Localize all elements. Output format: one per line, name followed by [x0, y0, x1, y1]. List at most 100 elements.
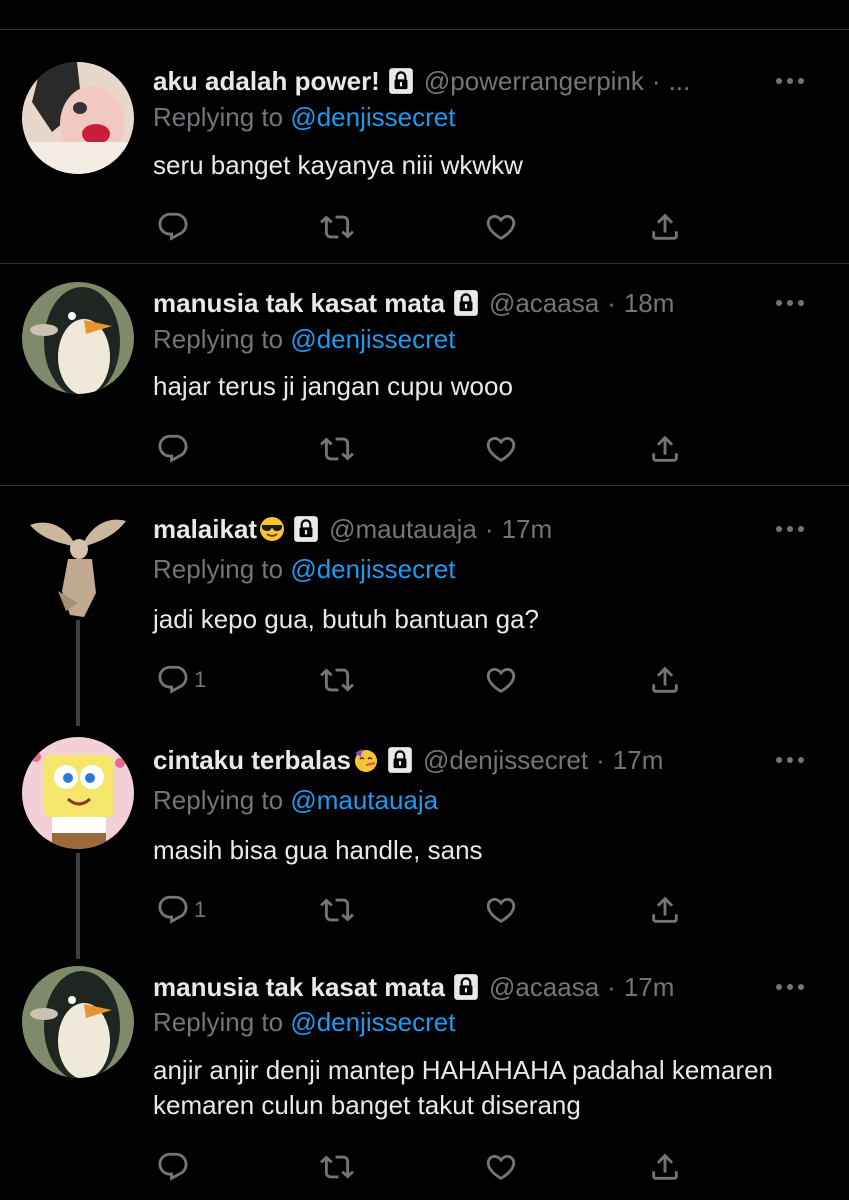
more-icon[interactable]	[775, 754, 805, 766]
reply-button[interactable]	[156, 210, 194, 244]
timestamp[interactable]: 17m	[502, 514, 553, 545]
heart-icon	[484, 1150, 518, 1184]
reply-icon	[156, 432, 190, 466]
thread-line	[76, 853, 80, 959]
more-icon[interactable]	[775, 297, 805, 309]
reply-icon	[156, 663, 190, 697]
retweet-icon	[320, 210, 354, 244]
user-handle[interactable]: @acaasa	[489, 972, 599, 1003]
tweet-5-header: manusia tak kasat mata @acaasa · 17m	[153, 970, 674, 1004]
share-icon	[648, 663, 682, 697]
display-name[interactable]: manusia tak kasat mata	[153, 288, 445, 319]
top-divider	[0, 29, 849, 30]
like-button[interactable]	[484, 210, 518, 244]
replying-mention[interactable]: @mautauaja	[290, 785, 438, 815]
retweet-button[interactable]	[320, 432, 354, 466]
share-icon	[648, 893, 682, 927]
divider	[0, 263, 849, 264]
user-handle[interactable]: @mautauaja	[329, 514, 477, 545]
replying-label: Replying to	[153, 1007, 284, 1037]
avatar-spongebob[interactable]	[22, 737, 134, 849]
replying-to: Replying to @mautauaja	[153, 785, 438, 816]
timestamp[interactable]: 17m	[624, 972, 675, 1003]
separator-dot: ·	[651, 65, 661, 96]
reply-button[interactable]: 1	[156, 893, 206, 927]
avatar-penguin[interactable]	[22, 282, 134, 394]
replying-label: Replying to	[153, 324, 284, 354]
lock-icon	[293, 515, 319, 543]
retweet-icon	[320, 432, 354, 466]
timestamp[interactable]: 17m	[613, 745, 664, 776]
tweet-text: hajar terus ji jangan cupu wooo	[153, 371, 513, 401]
share-button[interactable]	[648, 663, 682, 697]
heart-icon	[484, 893, 518, 927]
retweet-button[interactable]	[320, 210, 354, 244]
avatar-pink-face[interactable]	[22, 62, 134, 174]
share-icon	[648, 432, 682, 466]
replying-mention[interactable]: @denjissecret	[290, 554, 455, 584]
heart-icon	[484, 432, 518, 466]
heart-icon	[484, 663, 518, 697]
like-button[interactable]	[484, 893, 518, 927]
retweet-button[interactable]	[320, 1150, 354, 1184]
replying-to: Replying to @denjissecret	[153, 324, 455, 355]
separator-dot: ·	[607, 971, 616, 1002]
display-name[interactable]: malaikat	[153, 514, 257, 545]
heart-icon	[484, 210, 518, 244]
display-name[interactable]: manusia tak kasat mata	[153, 972, 445, 1003]
like-button[interactable]	[484, 663, 518, 697]
display-name[interactable]: cintaku terbalas	[153, 745, 351, 776]
tweet-1-header: aku adalah power! @powerrangerpink · ...	[153, 64, 690, 98]
avatar-penguin[interactable]	[22, 966, 134, 1078]
share-button[interactable]	[648, 210, 682, 244]
replying-label: Replying to	[153, 554, 284, 584]
retweet-icon	[320, 1150, 354, 1184]
retweet-button[interactable]	[320, 663, 354, 697]
display-name[interactable]: aku adalah power!	[153, 66, 380, 97]
reply-icon	[156, 893, 190, 927]
retweet-icon	[320, 893, 354, 927]
share-button[interactable]	[648, 893, 682, 927]
replying-to: Replying to @denjissecret	[153, 102, 455, 133]
more-icon[interactable]	[775, 523, 805, 535]
replying-to: Replying to @denjissecret	[153, 1007, 455, 1038]
user-handle[interactable]: @powerrangerpink	[424, 66, 644, 97]
divider	[0, 485, 849, 486]
tweet-2-header: manusia tak kasat mata @acaasa · 18m	[153, 286, 674, 320]
timestamp[interactable]: ...	[669, 66, 691, 97]
retweet-button[interactable]	[320, 893, 354, 927]
replying-to: Replying to @denjissecret	[153, 554, 455, 585]
replying-mention[interactable]: @denjissecret	[290, 324, 455, 354]
reply-icon	[156, 1150, 190, 1184]
replying-mention[interactable]: @denjissecret	[290, 1007, 455, 1037]
reply-count: 1	[194, 897, 207, 922]
share-button[interactable]	[648, 1150, 682, 1184]
reply-button[interactable]	[156, 432, 194, 466]
timestamp[interactable]: 18m	[624, 288, 675, 319]
reply-button[interactable]: 1	[156, 663, 206, 697]
replying-mention[interactable]: @denjissecret	[290, 102, 455, 132]
share-icon	[648, 1150, 682, 1184]
lock-icon	[387, 746, 413, 774]
user-handle[interactable]: @acaasa	[489, 288, 599, 319]
tweet-4-header: cintaku terbalas @denjissecret · 17m	[153, 743, 663, 777]
lock-icon	[453, 973, 479, 1001]
user-handle[interactable]: @denjissecret	[423, 745, 588, 776]
more-icon[interactable]	[775, 75, 805, 87]
share-button[interactable]	[648, 432, 682, 466]
separator-dot: ·	[607, 287, 616, 318]
avatar-angel-statue[interactable]	[22, 507, 134, 619]
like-button[interactable]	[484, 1150, 518, 1184]
separator-dot: ·	[596, 744, 605, 775]
partying-face-icon	[353, 747, 379, 773]
reply-count: 1	[194, 667, 207, 692]
smiling-face-with-sunglasses-icon	[259, 516, 285, 542]
thread-line	[76, 620, 80, 726]
lock-icon	[388, 67, 414, 95]
tweet-text: jadi kepo gua, butuh bantuan ga?	[153, 604, 540, 634]
like-button[interactable]	[484, 432, 518, 466]
reply-button[interactable]	[156, 1150, 194, 1184]
more-icon[interactable]	[775, 981, 805, 993]
retweet-icon	[320, 663, 354, 697]
replying-label: Replying to	[153, 102, 284, 132]
